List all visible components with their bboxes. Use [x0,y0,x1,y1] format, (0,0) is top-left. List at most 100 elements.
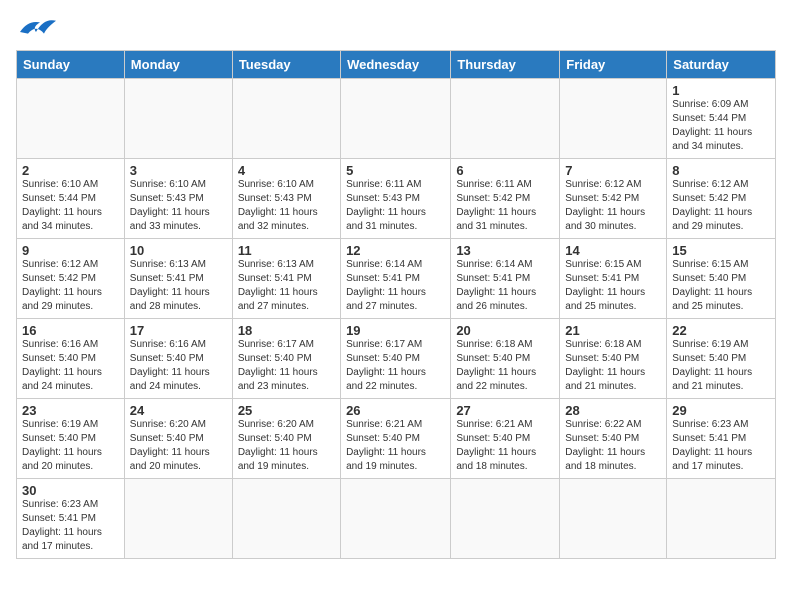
dow-header-saturday: Saturday [667,51,776,79]
calendar-cell: 23Sunrise: 6:19 AM Sunset: 5:40 PM Dayli… [17,399,125,479]
cell-day-info: Sunrise: 6:11 AM Sunset: 5:43 PM Dayligh… [346,178,445,234]
cell-day-number: 27 [456,403,470,418]
calendar-cell: 12Sunrise: 6:14 AM Sunset: 5:41 PM Dayli… [341,239,451,319]
calendar-cell: 2Sunrise: 6:10 AM Sunset: 5:44 PM Daylig… [17,159,125,239]
calendar-cell: 13Sunrise: 6:14 AM Sunset: 5:41 PM Dayli… [451,239,560,319]
cell-day-info: Sunrise: 6:11 AM Sunset: 5:42 PM Dayligh… [456,178,554,234]
calendar-cell: 30Sunrise: 6:23 AM Sunset: 5:41 PM Dayli… [17,479,125,559]
calendar-cell: 15Sunrise: 6:15 AM Sunset: 5:40 PM Dayli… [667,239,776,319]
cell-content: 8Sunrise: 6:12 AM Sunset: 5:42 PM Daylig… [672,163,770,234]
cell-content: 13Sunrise: 6:14 AM Sunset: 5:41 PM Dayli… [456,243,554,314]
cell-day-number: 26 [346,403,360,418]
cell-day-info: Sunrise: 6:20 AM Sunset: 5:40 PM Dayligh… [130,418,227,474]
cell-day-number: 23 [22,403,36,418]
cell-day-number: 8 [672,163,679,178]
dow-header-thursday: Thursday [451,51,560,79]
calendar-cell [667,479,776,559]
cell-content: 26Sunrise: 6:21 AM Sunset: 5:40 PM Dayli… [346,403,445,474]
calendar-cell: 26Sunrise: 6:21 AM Sunset: 5:40 PM Dayli… [341,399,451,479]
calendar-cell: 6Sunrise: 6:11 AM Sunset: 5:42 PM Daylig… [451,159,560,239]
calendar-cell [341,79,451,159]
cell-day-info: Sunrise: 6:12 AM Sunset: 5:42 PM Dayligh… [672,178,770,234]
cell-day-info: Sunrise: 6:13 AM Sunset: 5:41 PM Dayligh… [238,258,335,314]
calendar-cell: 11Sunrise: 6:13 AM Sunset: 5:41 PM Dayli… [232,239,340,319]
cell-day-info: Sunrise: 6:23 AM Sunset: 5:41 PM Dayligh… [672,418,770,474]
cell-day-info: Sunrise: 6:15 AM Sunset: 5:40 PM Dayligh… [672,258,770,314]
calendar-cell: 19Sunrise: 6:17 AM Sunset: 5:40 PM Dayli… [341,319,451,399]
cell-content: 1Sunrise: 6:09 AM Sunset: 5:44 PM Daylig… [672,83,770,154]
calendar-week-row: 9Sunrise: 6:12 AM Sunset: 5:42 PM Daylig… [17,239,776,319]
calendar-cell: 22Sunrise: 6:19 AM Sunset: 5:40 PM Dayli… [667,319,776,399]
cell-day-number: 24 [130,403,144,418]
cell-day-number: 19 [346,323,360,338]
calendar-cell [124,479,232,559]
cell-day-number: 1 [672,83,679,98]
cell-content: 23Sunrise: 6:19 AM Sunset: 5:40 PM Dayli… [22,403,119,474]
cell-day-number: 29 [672,403,686,418]
calendar-week-row: 1Sunrise: 6:09 AM Sunset: 5:44 PM Daylig… [17,79,776,159]
calendar-cell: 10Sunrise: 6:13 AM Sunset: 5:41 PM Dayli… [124,239,232,319]
cell-content: 24Sunrise: 6:20 AM Sunset: 5:40 PM Dayli… [130,403,227,474]
calendar-cell [124,79,232,159]
calendar-cell: 28Sunrise: 6:22 AM Sunset: 5:40 PM Dayli… [560,399,667,479]
cell-day-info: Sunrise: 6:09 AM Sunset: 5:44 PM Dayligh… [672,98,770,154]
cell-day-number: 18 [238,323,252,338]
calendar-cell [17,79,125,159]
logo-icon [16,16,56,40]
cell-day-info: Sunrise: 6:10 AM Sunset: 5:44 PM Dayligh… [22,178,119,234]
cell-day-info: Sunrise: 6:12 AM Sunset: 5:42 PM Dayligh… [565,178,661,234]
cell-day-number: 5 [346,163,353,178]
cell-day-info: Sunrise: 6:16 AM Sunset: 5:40 PM Dayligh… [22,338,119,394]
cell-content: 9Sunrise: 6:12 AM Sunset: 5:42 PM Daylig… [22,243,119,314]
logo [16,16,60,40]
calendar-body: 1Sunrise: 6:09 AM Sunset: 5:44 PM Daylig… [17,79,776,559]
cell-day-number: 25 [238,403,252,418]
cell-day-number: 11 [238,243,252,258]
cell-content: 15Sunrise: 6:15 AM Sunset: 5:40 PM Dayli… [672,243,770,314]
cell-content: 11Sunrise: 6:13 AM Sunset: 5:41 PM Dayli… [238,243,335,314]
cell-content: 7Sunrise: 6:12 AM Sunset: 5:42 PM Daylig… [565,163,661,234]
cell-content: 4Sunrise: 6:10 AM Sunset: 5:43 PM Daylig… [238,163,335,234]
calendar-cell: 21Sunrise: 6:18 AM Sunset: 5:40 PM Dayli… [560,319,667,399]
cell-day-number: 28 [565,403,579,418]
cell-content: 20Sunrise: 6:18 AM Sunset: 5:40 PM Dayli… [456,323,554,394]
cell-day-number: 3 [130,163,137,178]
cell-day-info: Sunrise: 6:13 AM Sunset: 5:41 PM Dayligh… [130,258,227,314]
cell-content: 5Sunrise: 6:11 AM Sunset: 5:43 PM Daylig… [346,163,445,234]
cell-content: 22Sunrise: 6:19 AM Sunset: 5:40 PM Dayli… [672,323,770,394]
cell-day-number: 30 [22,483,36,498]
calendar-week-row: 2Sunrise: 6:10 AM Sunset: 5:44 PM Daylig… [17,159,776,239]
cell-day-info: Sunrise: 6:16 AM Sunset: 5:40 PM Dayligh… [130,338,227,394]
dow-header-wednesday: Wednesday [341,51,451,79]
cell-day-info: Sunrise: 6:12 AM Sunset: 5:42 PM Dayligh… [22,258,119,314]
cell-content: 28Sunrise: 6:22 AM Sunset: 5:40 PM Dayli… [565,403,661,474]
cell-day-info: Sunrise: 6:18 AM Sunset: 5:40 PM Dayligh… [565,338,661,394]
calendar-cell: 17Sunrise: 6:16 AM Sunset: 5:40 PM Dayli… [124,319,232,399]
calendar-header: SundayMondayTuesdayWednesdayThursdayFrid… [17,51,776,79]
calendar-cell: 1Sunrise: 6:09 AM Sunset: 5:44 PM Daylig… [667,79,776,159]
cell-content: 10Sunrise: 6:13 AM Sunset: 5:41 PM Dayli… [130,243,227,314]
dow-header-friday: Friday [560,51,667,79]
cell-content: 2Sunrise: 6:10 AM Sunset: 5:44 PM Daylig… [22,163,119,234]
calendar-cell [232,79,340,159]
calendar-cell: 7Sunrise: 6:12 AM Sunset: 5:42 PM Daylig… [560,159,667,239]
calendar-cell [451,79,560,159]
cell-day-number: 14 [565,243,579,258]
cell-day-info: Sunrise: 6:17 AM Sunset: 5:40 PM Dayligh… [346,338,445,394]
calendar-cell: 16Sunrise: 6:16 AM Sunset: 5:40 PM Dayli… [17,319,125,399]
cell-day-number: 12 [346,243,360,258]
calendar-cell: 8Sunrise: 6:12 AM Sunset: 5:42 PM Daylig… [667,159,776,239]
cell-day-number: 10 [130,243,144,258]
cell-day-info: Sunrise: 6:19 AM Sunset: 5:40 PM Dayligh… [22,418,119,474]
cell-day-number: 17 [130,323,144,338]
calendar-cell: 9Sunrise: 6:12 AM Sunset: 5:42 PM Daylig… [17,239,125,319]
cell-day-number: 7 [565,163,572,178]
cell-day-number: 15 [672,243,686,258]
cell-day-info: Sunrise: 6:20 AM Sunset: 5:40 PM Dayligh… [238,418,335,474]
cell-content: 6Sunrise: 6:11 AM Sunset: 5:42 PM Daylig… [456,163,554,234]
calendar-cell: 29Sunrise: 6:23 AM Sunset: 5:41 PM Dayli… [667,399,776,479]
cell-day-info: Sunrise: 6:23 AM Sunset: 5:41 PM Dayligh… [22,498,119,554]
cell-day-number: 4 [238,163,245,178]
cell-content: 30Sunrise: 6:23 AM Sunset: 5:41 PM Dayli… [22,483,119,554]
calendar-cell: 4Sunrise: 6:10 AM Sunset: 5:43 PM Daylig… [232,159,340,239]
